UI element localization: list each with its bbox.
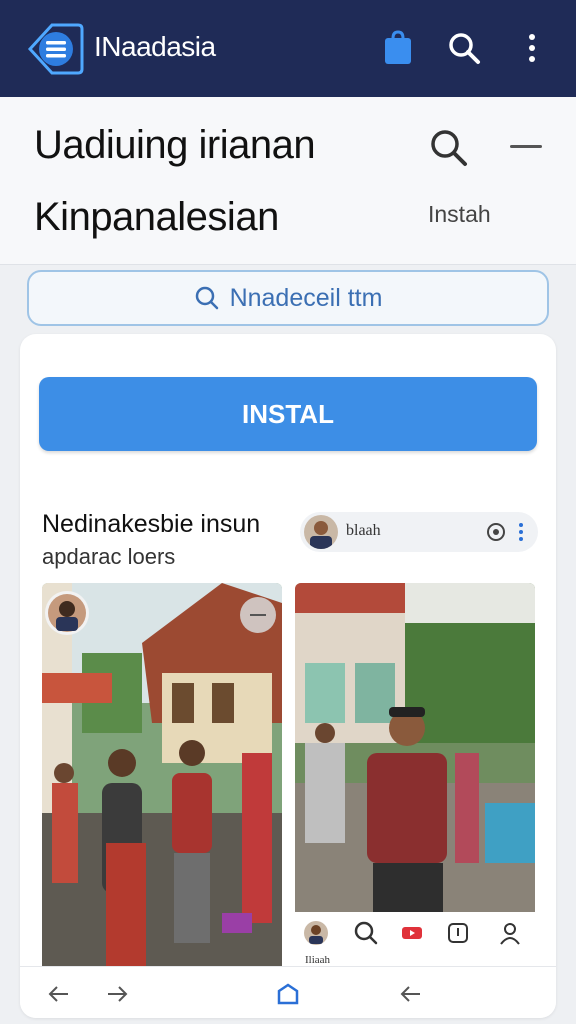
page-header: Uadiuing irianan Kinpanalesian Instah: [0, 97, 576, 265]
info-icon[interactable]: [486, 522, 506, 542]
post-caption: Iliaah: [305, 954, 331, 966]
more-vertical-icon[interactable]: [512, 28, 552, 68]
search-icon[interactable]: [444, 28, 484, 68]
post-subtitle: apdarac loers: [42, 544, 176, 569]
app-card: INSTAL Nedinakesbie insun apdarac loers …: [20, 334, 556, 1018]
search-value: Nnadeceil ttm: [229, 283, 383, 312]
market-vendor-photo[interactable]: [295, 583, 535, 913]
forward-arrow-icon[interactable]: [104, 981, 132, 1007]
bottom-nav: [20, 966, 556, 1018]
install-link[interactable]: Instah: [428, 201, 491, 228]
search-icon[interactable]: [428, 127, 472, 167]
post-title: Nedinakesbie insun: [42, 510, 261, 538]
post-action-bar: [295, 912, 535, 952]
search-input[interactable]: Nnadeceil ttm: [27, 270, 549, 326]
profile-icon[interactable]: [497, 920, 523, 946]
street-market-photo[interactable]: [42, 583, 282, 975]
avatar: [304, 515, 338, 549]
inbox-icon[interactable]: [445, 920, 471, 946]
shopping-bag-icon[interactable]: [378, 28, 418, 68]
more-vertical-icon[interactable]: [516, 520, 526, 544]
minimize-icon[interactable]: [508, 135, 544, 159]
app-bar: INaadasia: [0, 0, 576, 97]
search-icon: [195, 286, 218, 310]
author-name: blaah: [346, 522, 381, 539]
search-icon[interactable]: [353, 920, 379, 946]
avatar[interactable]: [303, 920, 329, 946]
back-arrow-icon[interactable]: [396, 981, 424, 1007]
app-title: INaadasia: [94, 31, 216, 62]
back-arrow-icon[interactable]: [44, 981, 72, 1007]
home-icon[interactable]: [274, 981, 302, 1007]
author-chip[interactable]: blaah: [300, 512, 538, 552]
headline-line-1: Uadiuing irianan: [34, 123, 316, 167]
headline-line-2: Kinpanalesian: [34, 195, 279, 239]
install-button[interactable]: INSTAL: [39, 377, 537, 451]
video-icon[interactable]: [399, 920, 425, 946]
menu-logo-icon[interactable]: [24, 21, 84, 77]
